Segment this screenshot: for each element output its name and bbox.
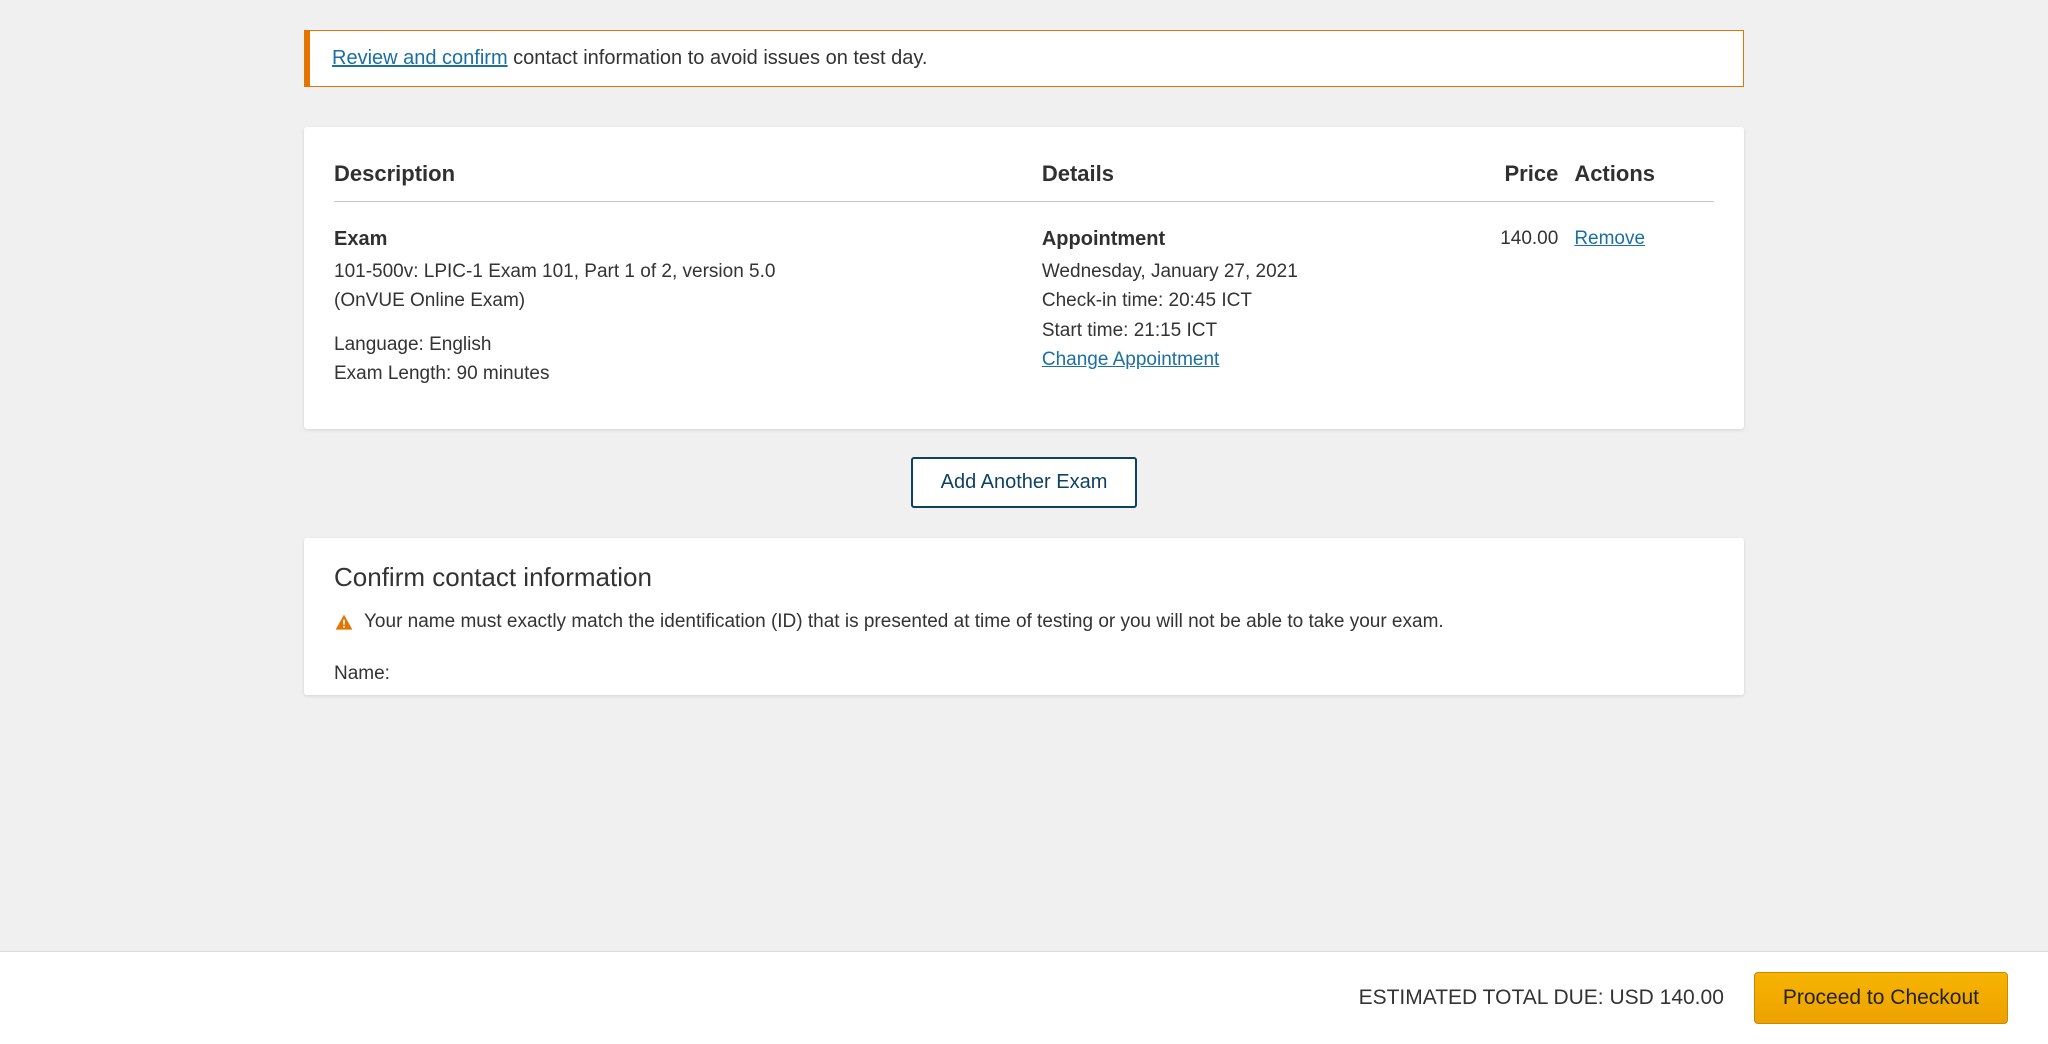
col-actions: Actions — [1574, 151, 1714, 202]
cell-actions: Remove — [1574, 202, 1714, 399]
cell-price: 140.00 — [1458, 202, 1575, 399]
cart-table: Description Details Price Actions Exam 1… — [334, 151, 1714, 399]
cart-card: Description Details Price Actions Exam 1… — [304, 127, 1744, 429]
name-label: Name: — [334, 663, 390, 684]
review-confirm-link[interactable]: Review and confirm — [332, 47, 508, 69]
warning-text: Your name must exactly match the identif… — [364, 611, 1444, 633]
appointment-heading: Appointment — [1042, 224, 1450, 255]
cell-description: Exam 101-500v: LPIC-1 Exam 101, Part 1 o… — [334, 202, 1042, 399]
exam-subtitle: (OnVUE Online Exam) — [334, 290, 525, 311]
warning-icon — [334, 613, 354, 639]
col-details: Details — [1042, 151, 1458, 202]
contact-heading: Confirm contact information — [334, 562, 1714, 593]
alert-banner: Review and confirm contact information t… — [304, 30, 1744, 87]
table-row: Exam 101-500v: LPIC-1 Exam 101, Part 1 o… — [334, 202, 1714, 399]
col-description: Description — [334, 151, 1042, 202]
appointment-checkin: Check-in time: 20:45 ICT — [1042, 290, 1252, 311]
exam-length: Exam Length: 90 minutes — [334, 363, 549, 384]
col-price: Price — [1458, 151, 1575, 202]
remove-link[interactable]: Remove — [1574, 228, 1645, 249]
appointment-start: Start time: 21:15 ICT — [1042, 320, 1217, 341]
alert-text: contact information to avoid issues on t… — [508, 47, 928, 69]
cell-details: Appointment Wednesday, January 27, 2021 … — [1042, 202, 1458, 399]
footer-bar: ESTIMATED TOTAL DUE: USD 140.00 Proceed … — [0, 951, 2048, 1044]
estimated-total: ESTIMATED TOTAL DUE: USD 140.00 — [1359, 986, 1724, 1010]
add-another-exam-button[interactable]: Add Another Exam — [911, 457, 1138, 508]
appointment-date: Wednesday, January 27, 2021 — [1042, 261, 1298, 282]
contact-card: Confirm contact information Your name mu… — [304, 538, 1744, 695]
proceed-to-checkout-button[interactable]: Proceed to Checkout — [1754, 972, 2008, 1024]
exam-language: Language: English — [334, 334, 491, 355]
change-appointment-link[interactable]: Change Appointment — [1042, 349, 1219, 370]
exam-heading: Exam — [334, 224, 1034, 255]
exam-title: 101-500v: LPIC-1 Exam 101, Part 1 of 2, … — [334, 261, 775, 282]
